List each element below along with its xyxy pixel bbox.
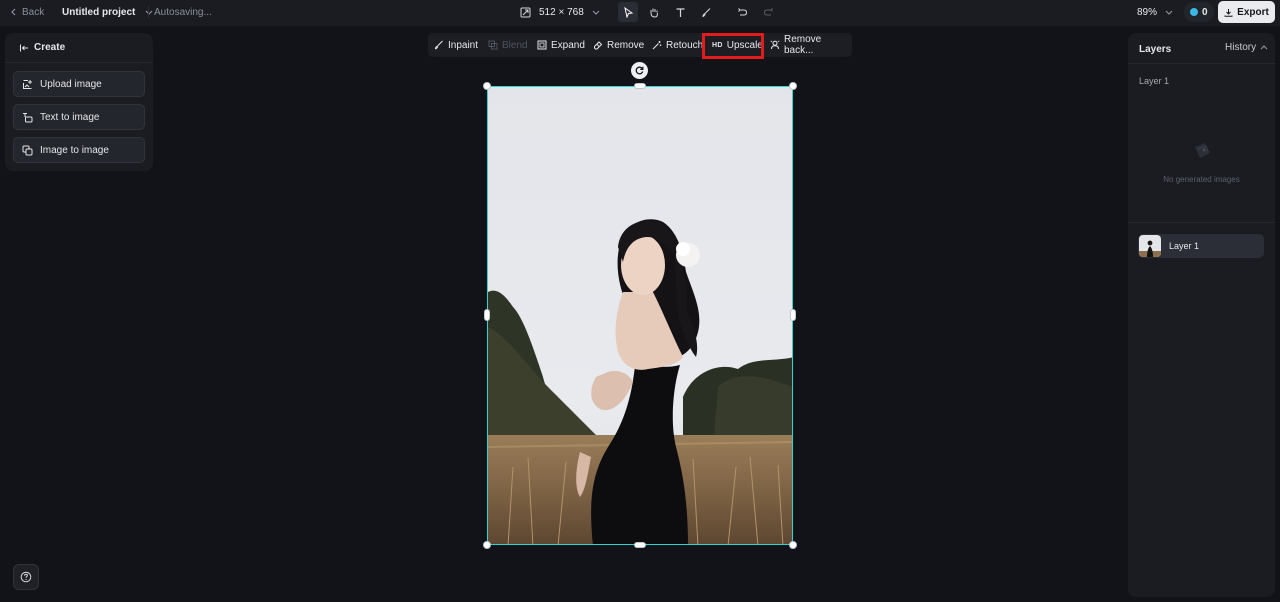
retouch-wand-icon: [652, 40, 662, 50]
project-title: Untitled project: [62, 6, 136, 18]
remove-background-button[interactable]: Remove back...: [770, 34, 852, 56]
credit-icon: [1190, 8, 1198, 16]
blend-button[interactable]: Blend: [488, 35, 528, 55]
expand-button[interactable]: Expand: [537, 35, 585, 55]
layers-panel: Layers History Layer 1 No generated imag…: [1128, 33, 1275, 597]
empty-state-text: No generated images: [1163, 175, 1240, 184]
download-icon: [1224, 8, 1233, 17]
layer-section-label: Layer 1: [1139, 76, 1170, 86]
create-panel: Create Upload image Text to image Image …: [5, 33, 153, 171]
upload-image-icon: [22, 79, 33, 90]
top-bar: Back Untitled project Autosaving... 512 …: [0, 0, 1280, 26]
canvas-image[interactable]: [487, 86, 793, 545]
hand-tool[interactable]: [644, 2, 664, 22]
select-tool[interactable]: [618, 2, 638, 22]
tab-history[interactable]: History: [1225, 42, 1268, 53]
retouch-button[interactable]: Retouch: [652, 35, 703, 55]
divider: [1128, 222, 1275, 223]
canvas-size: 512 × 768: [539, 6, 584, 18]
inpaint-button[interactable]: Inpaint: [434, 35, 478, 55]
tool-group: [618, 2, 778, 22]
upload-image-button[interactable]: Upload image: [13, 71, 145, 97]
remove-background-icon: [770, 40, 780, 50]
hand-icon: [648, 6, 660, 18]
chevron-up-icon: [1260, 44, 1268, 52]
layer-item[interactable]: Layer 1: [1138, 234, 1264, 258]
export-button[interactable]: Export: [1218, 1, 1275, 23]
chevron-left-icon: [10, 8, 18, 16]
zoom-dropdown[interactable]: 89%: [1137, 0, 1173, 24]
undo-button[interactable]: [732, 2, 752, 22]
inpaint-icon: [434, 40, 444, 50]
retouch-label: Retouch: [666, 39, 704, 51]
chevron-down-icon: [145, 8, 153, 16]
portrait-photo: [488, 87, 792, 544]
text-to-image-button[interactable]: Text to image: [13, 104, 145, 130]
upscale-highlight-box: [702, 33, 764, 59]
back-button[interactable]: Back: [10, 0, 44, 24]
project-title-dropdown[interactable]: Untitled project: [62, 0, 153, 24]
layer-thumbnail: [1139, 235, 1161, 257]
text-icon: [675, 7, 686, 18]
upload-image-label: Upload image: [40, 78, 102, 90]
inpaint-label: Inpaint: [448, 39, 479, 51]
chevron-down-icon: [592, 8, 600, 16]
redo-button[interactable]: [758, 2, 778, 22]
remove-button[interactable]: Remove: [593, 35, 644, 55]
text-to-image-icon: [22, 112, 33, 123]
resize-handle-bottom[interactable]: [634, 542, 646, 548]
arrow-left-icon: [19, 43, 29, 53]
blend-label: Blend: [502, 39, 528, 51]
expand-label: Expand: [551, 39, 585, 51]
autosave-status: Autosaving...: [154, 6, 212, 18]
remove-background-label: Remove back...: [784, 34, 822, 56]
canvas-size-dropdown[interactable]: 512 × 768: [520, 0, 600, 24]
resize-handle-top[interactable]: [634, 83, 646, 89]
resize-handle-bottom-left[interactable]: [483, 541, 491, 549]
image-to-image-icon: [22, 145, 33, 156]
select-arrow-icon: [623, 6, 634, 18]
undo-icon: [737, 7, 748, 18]
resize-handle-right[interactable]: [790, 309, 796, 321]
create-title: Create: [34, 42, 66, 53]
resize-handle-bottom-right[interactable]: [789, 541, 797, 549]
back-label: Back: [22, 6, 45, 18]
resize-handle-left[interactable]: [484, 309, 490, 321]
redo-icon: [763, 7, 774, 18]
empty-images-icon: [1189, 138, 1215, 164]
chevron-down-icon: [1165, 8, 1173, 16]
blend-icon: [488, 40, 498, 50]
layer-name: Layer 1: [1169, 241, 1200, 251]
divider: [5, 62, 153, 63]
help-button[interactable]: [13, 564, 39, 590]
question-icon: [20, 571, 32, 583]
edit-toolbar: Inpaint Blend Expand Remove Retouch HD U…: [428, 33, 852, 57]
text-tool[interactable]: [670, 2, 690, 22]
export-label: Export: [1237, 6, 1269, 18]
eraser-icon: [593, 40, 603, 50]
brush-tool[interactable]: [696, 2, 716, 22]
expand-icon: [537, 40, 547, 50]
resize-handle-top-right[interactable]: [789, 82, 797, 90]
rotate-icon: [634, 65, 645, 76]
credits-badge[interactable]: 0: [1184, 2, 1214, 22]
image-to-image-button[interactable]: Image to image: [13, 137, 145, 163]
resize-handle-top-left[interactable]: [483, 82, 491, 90]
remove-label: Remove: [607, 39, 645, 51]
brush-icon: [701, 7, 712, 18]
create-collapse-button[interactable]: Create: [19, 42, 65, 53]
image-to-image-label: Image to image: [40, 144, 109, 156]
tab-layers[interactable]: Layers: [1139, 44, 1171, 55]
text-to-image-label: Text to image: [40, 111, 100, 123]
divider: [1128, 63, 1275, 64]
rotate-handle[interactable]: [631, 62, 648, 79]
history-label: History: [1225, 42, 1257, 53]
zoom-level: 89%: [1137, 6, 1158, 18]
resize-icon: [520, 7, 531, 18]
divider: [148, 6, 149, 18]
credits-count: 0: [1202, 6, 1208, 18]
